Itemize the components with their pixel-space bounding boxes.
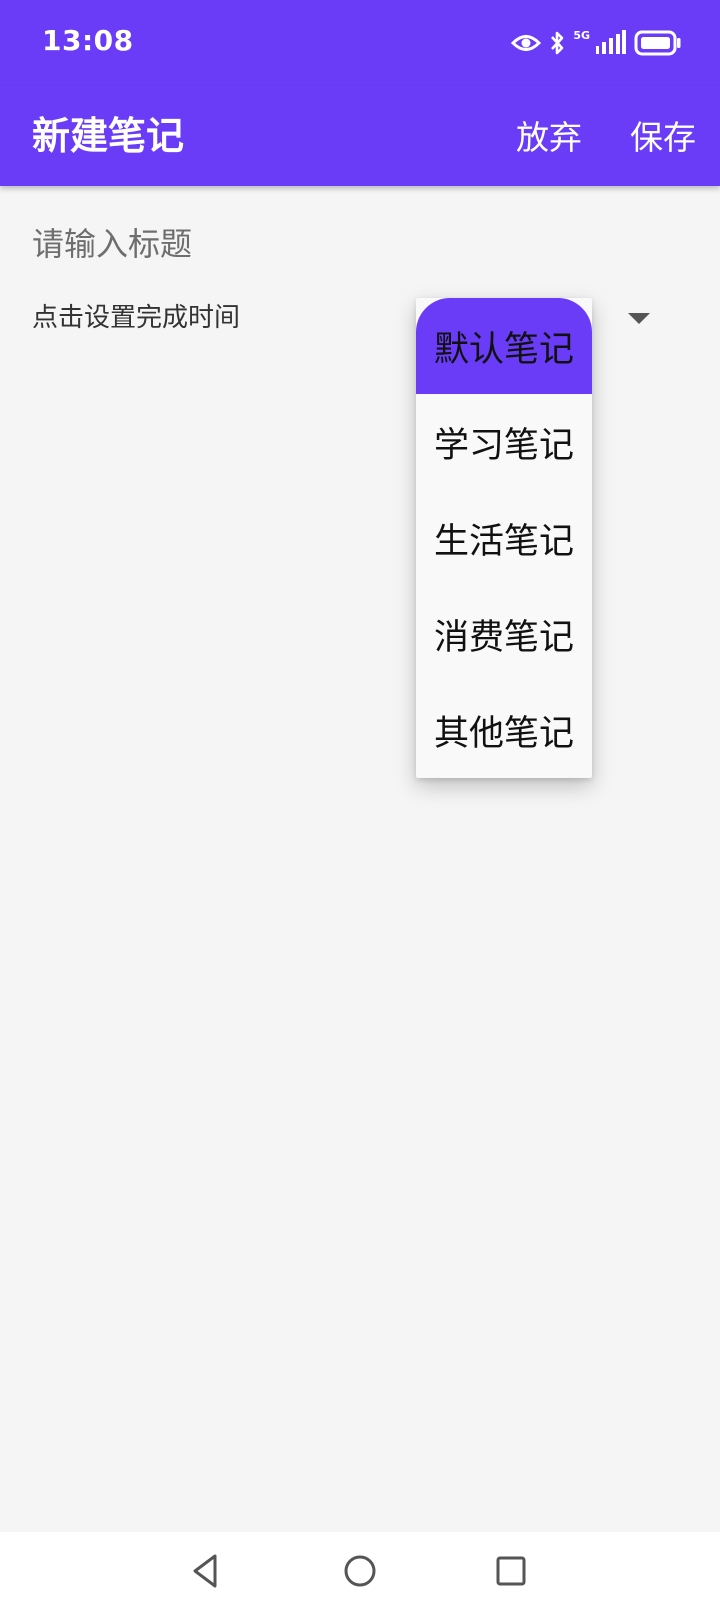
eye-icon: [511, 32, 542, 54]
bluetooth-icon: [549, 30, 565, 56]
app-root: 13:08 5G 新建笔记 放弃 保存 请输入标题 点击设置完成时间 默认笔记 …: [0, 0, 720, 1610]
status-bar: 13:08 5G: [0, 0, 720, 86]
system-nav-bar: [0, 1532, 720, 1610]
category-dropdown-menu: 默认笔记 学习笔记 生活笔记 消费笔记 其他笔记: [416, 298, 592, 778]
network-type: 5G: [573, 28, 590, 42]
back-icon[interactable]: [181, 1546, 231, 1596]
app-bar: 新建笔记 放弃 保存: [0, 86, 720, 186]
status-icons: 5G: [511, 26, 682, 60]
battery-icon: [634, 30, 682, 56]
status-time: 13:08: [42, 24, 134, 57]
completion-time-setter[interactable]: 点击设置完成时间: [32, 296, 240, 340]
recents-icon[interactable]: [486, 1546, 536, 1596]
page-title: 新建笔记: [32, 114, 185, 158]
title-input[interactable]: [32, 214, 412, 274]
dropdown-option-life[interactable]: 生活笔记: [416, 490, 592, 586]
home-icon[interactable]: [335, 1546, 385, 1596]
discard-button[interactable]: 放弃: [516, 110, 582, 166]
dropdown-option-study[interactable]: 学习笔记: [416, 394, 592, 490]
dropdown-option-other[interactable]: 其他笔记: [416, 682, 592, 778]
dropdown-arrow-icon[interactable]: [628, 313, 650, 324]
dropdown-option-expense[interactable]: 消费笔记: [416, 586, 592, 682]
save-button[interactable]: 保存: [630, 110, 696, 166]
dropdown-option-default[interactable]: 默认笔记: [416, 298, 592, 394]
signal-icon: [596, 30, 626, 56]
